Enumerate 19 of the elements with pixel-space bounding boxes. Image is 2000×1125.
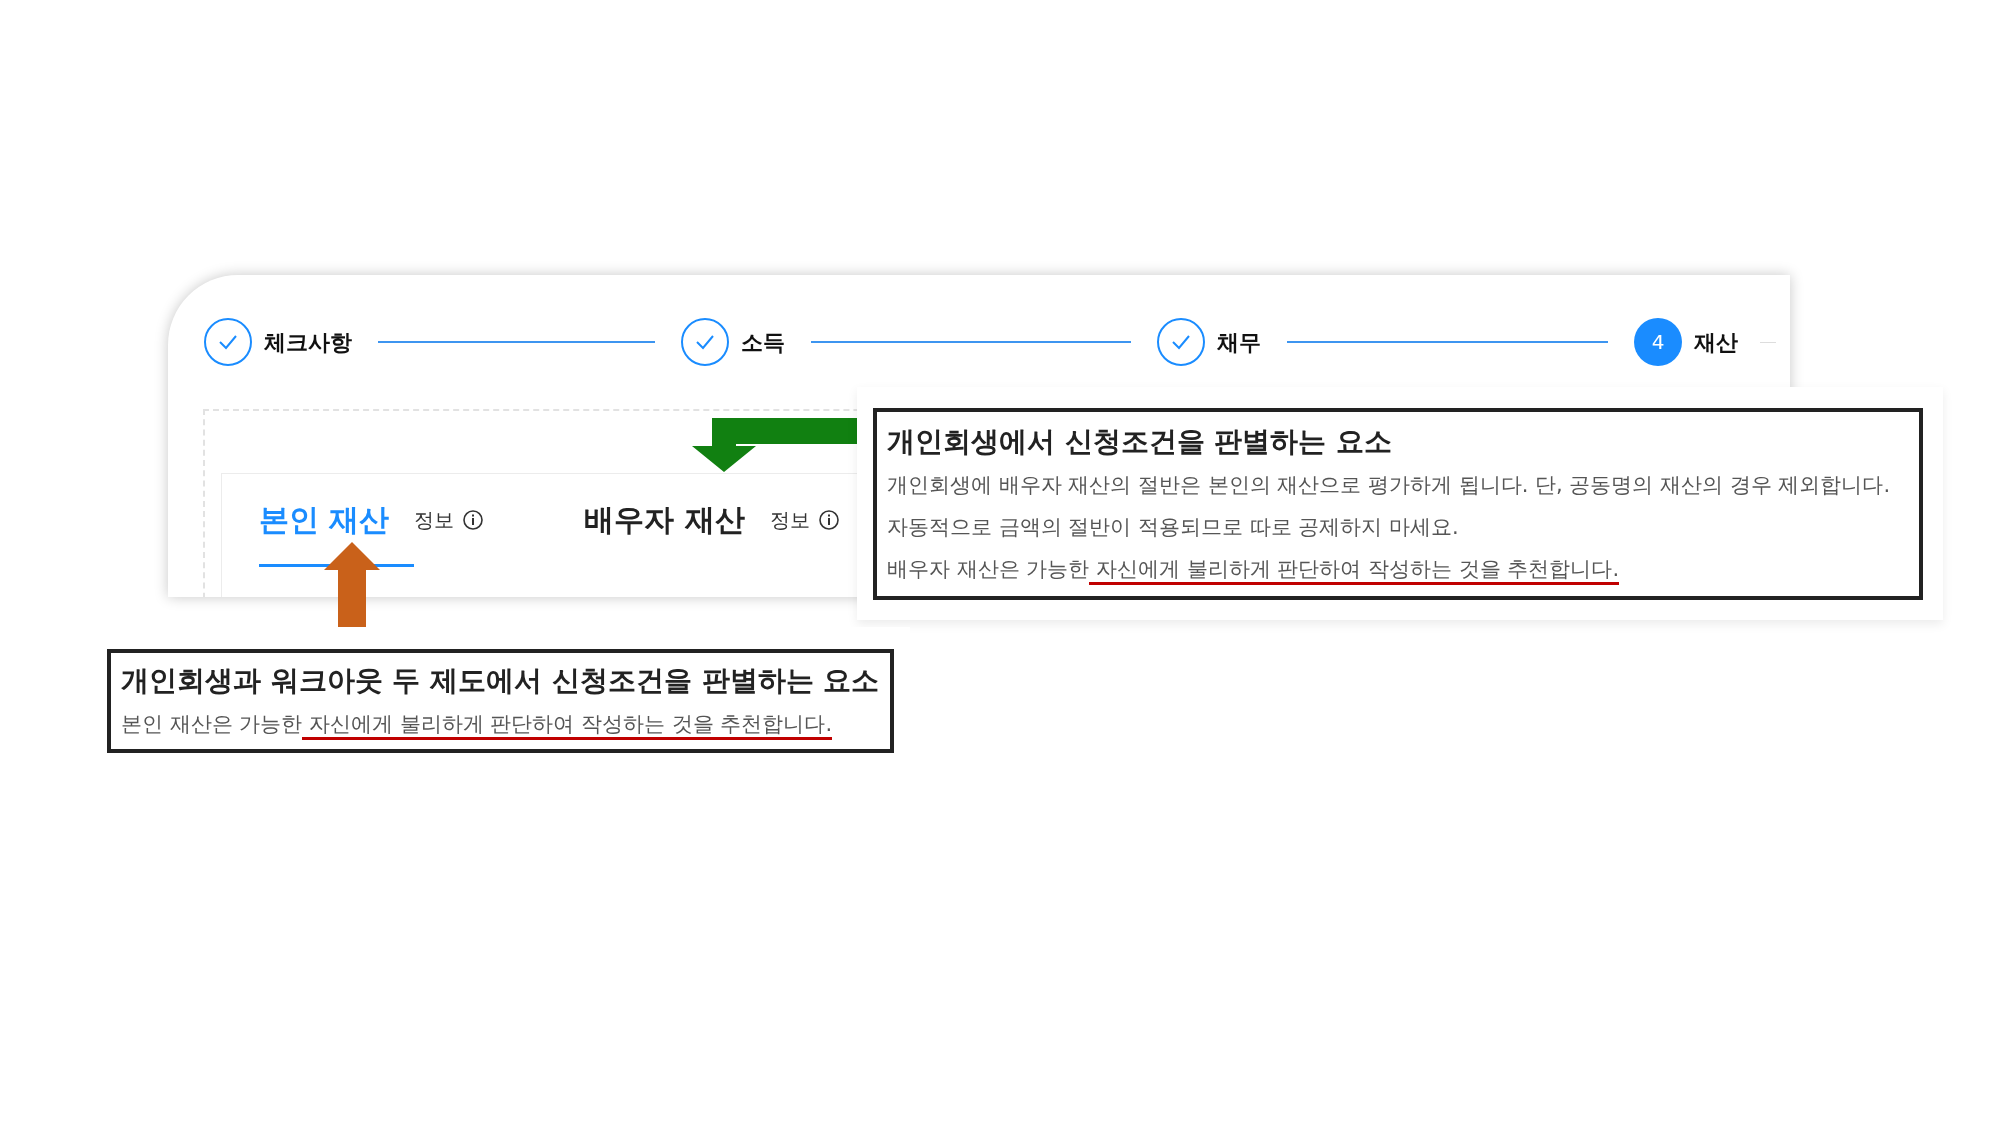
step-label: 소득 [740,328,785,357]
check-icon [218,334,238,350]
check-icon [694,334,715,350]
info-label: 정보 [769,507,810,534]
callout-text: 개인회생에 배우자 재산의 절반은 본인의 재산으로 평가하게 됩니다. 단, 공동명의 재산의 경우 제외합니다. [887,472,1892,499]
callout-title: 개인회생에서 신청조건을 판별하는 요소 [887,424,1394,460]
info-icon[interactable] [462,509,485,531]
step-label: 채무 [1217,328,1262,357]
callout-text: 본인 재산은 가능한 자신에게 불리하게 판단하여 작성하는 것을 추천합니다. [121,703,880,745]
step-number: 4 [1634,318,1682,366]
tab[interactable]: 배우자 재산 [584,498,770,567]
info-icon[interactable] [817,509,840,531]
info-label: 정보 [414,507,455,534]
callout-text: 자동적으로 금액의 절반이 적용되므로 따로 공제하지 마세요. [887,514,1460,541]
check-icon [1171,334,1192,350]
step-label: 재산 [1694,328,1738,357]
step-label: 체크사항 [264,328,352,357]
callout-title: 개인회생과 워크아웃 두 제도에서 신청조건을 판별하는 요소 [121,663,880,699]
callout-text: 배우자 재산은 가능한 자신에게 불리하게 판단하여 작성하는 것을 추천합니다. [887,548,1909,590]
